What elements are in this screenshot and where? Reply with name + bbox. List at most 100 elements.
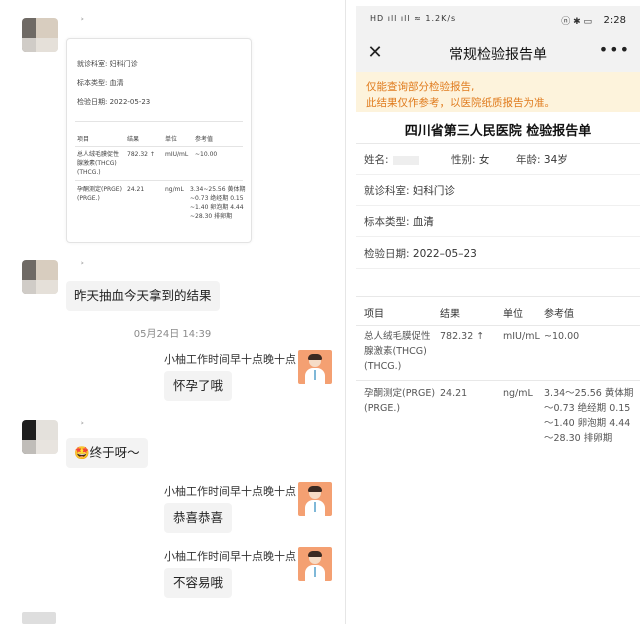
dept-field: 就诊科室: 妇科门诊 bbox=[364, 183, 455, 198]
table-header-item: 项目 bbox=[364, 309, 384, 320]
notice-banner: 仅能查询部分检验报告, 此结果仅作参考，以医院纸质报告为准。 bbox=[356, 72, 640, 112]
thumb-row2-ref: ~28.30 排卵期 bbox=[190, 213, 233, 220]
gender-value: 女 bbox=[478, 154, 490, 166]
thumb-row1-ref: ~10.00 bbox=[195, 151, 218, 158]
more-icon[interactable]: ••• bbox=[599, 40, 630, 59]
specimen-field: 标本类型: 血清 bbox=[364, 214, 434, 229]
table-top-border bbox=[356, 296, 640, 297]
page-title: 常规检验报告单 bbox=[449, 47, 547, 63]
date-label: 检验日期: bbox=[364, 248, 410, 260]
row1-unit: mIU/mL bbox=[503, 331, 540, 342]
phone-screen: HD ıll ıll ≈ 1.2K/s ⓝ ✱ ▭ 2:28 ✕ 常规检验报告单… bbox=[356, 6, 640, 624]
thumb-divider bbox=[75, 180, 243, 181]
row1-item: 腺激素(THCG) bbox=[364, 346, 427, 357]
chat-panel: ˃ 就诊科室: 妇科门诊 标本类型: 血清 检验日期: 2022-05-23 项… bbox=[0, 0, 345, 624]
divider bbox=[356, 268, 640, 269]
thumb-header-result: 结果 bbox=[127, 136, 140, 143]
thumb-row2-unit: ng/mL bbox=[165, 186, 184, 193]
divider bbox=[356, 205, 640, 206]
table-row-border bbox=[356, 380, 640, 381]
status-icons: ⓝ ✱ ▭ bbox=[561, 17, 592, 27]
thumb-divider bbox=[75, 146, 243, 147]
patient-avatar[interactable] bbox=[22, 420, 58, 454]
row2-item: (PRGE.) bbox=[364, 403, 401, 414]
message-bubble[interactable]: 昨天抽血今天拿到的结果 bbox=[66, 281, 220, 311]
thumb-row1-item: 总人绒毛膜促性 bbox=[77, 151, 120, 158]
title-bar: ✕ 常规检验报告单 ••• bbox=[356, 36, 640, 72]
thumb-row2-ref: 3.34~25.56 黄体期 bbox=[190, 186, 246, 193]
age-field: 年龄: 34岁 bbox=[516, 152, 568, 167]
thumb-header-item: 项目 bbox=[77, 136, 90, 143]
gender-field: 性别: 女 bbox=[451, 152, 489, 167]
specimen-label: 标本类型: bbox=[364, 216, 410, 228]
notice-text: 此结果仅作参考，以医院纸质报告为准。 bbox=[366, 97, 555, 109]
doctor-avatar[interactable] bbox=[298, 547, 332, 581]
row2-ref: ～28.30 排卵期 bbox=[544, 433, 613, 444]
thumb-row2-item: 孕酮测定(PRGE) bbox=[77, 186, 122, 193]
row2-ref: 3.34～25.56 黄体期 bbox=[544, 388, 634, 399]
sender-mark: ˃ bbox=[80, 262, 85, 272]
message-bubble[interactable]: 不容易哦 bbox=[164, 568, 233, 598]
thumb-row2-result: 24.21 bbox=[127, 186, 145, 193]
thumb-row1-result: 782.32 ↑ bbox=[127, 151, 155, 158]
thumb-row2-ref: ~1.40 卵泡期 4.44 bbox=[190, 204, 244, 211]
dept-label: 就诊科室: bbox=[364, 185, 410, 197]
date-value: 2022–05–23 bbox=[412, 248, 477, 260]
thumb-field-specimen: 标本类型: 血清 bbox=[77, 79, 124, 87]
sender-mark: ˃ bbox=[80, 422, 85, 432]
row1-result: 782.32 ↑ bbox=[440, 331, 485, 342]
message-bubble[interactable]: 怀孕了哦 bbox=[164, 371, 233, 401]
patient-avatar[interactable] bbox=[22, 260, 58, 294]
patient-avatar[interactable] bbox=[22, 612, 56, 624]
row2-unit: ng/mL bbox=[503, 388, 533, 399]
thumb-row1-item: 腺激素(THCG) bbox=[77, 160, 117, 167]
notice-text: 仅能查询部分检验报告, bbox=[366, 81, 475, 93]
doctor-avatar[interactable] bbox=[298, 350, 332, 384]
row2-ref: ～1.40 卵泡期 4.44 bbox=[544, 418, 631, 429]
row1-item: (THCG.) bbox=[364, 361, 402, 372]
panel-divider bbox=[345, 0, 346, 624]
thumb-header-unit: 单位 bbox=[165, 136, 178, 143]
report-heading: 四川省第三人民医院 检验报告单 bbox=[404, 124, 592, 139]
report-image-message[interactable]: 就诊科室: 妇科门诊 标本类型: 血清 检验日期: 2022-05-23 项目 … bbox=[66, 38, 252, 243]
thumb-row1-item: (THCG.) bbox=[77, 169, 101, 176]
thumb-row1-unit: mIU/mL bbox=[165, 151, 189, 158]
divider bbox=[356, 143, 640, 144]
sender-mark: ˃ bbox=[80, 18, 85, 28]
message-bubble[interactable]: 恭喜恭喜 bbox=[164, 503, 233, 533]
thumb-row2-item: (PRGE.) bbox=[77, 195, 100, 202]
divider bbox=[356, 236, 640, 237]
thumb-row2-ref: ~0.73 绝经期 0.15 bbox=[190, 195, 244, 202]
doctor-name: 小柚工作时间早十点晚十点 bbox=[164, 485, 296, 498]
table-header-result: 结果 bbox=[440, 309, 460, 320]
message-timestamp: 05月24日 14:39 bbox=[133, 329, 212, 340]
status-time: 2:28 bbox=[603, 15, 626, 26]
name-value-redacted bbox=[392, 155, 419, 165]
date-field: 检验日期: 2022–05–23 bbox=[364, 246, 477, 261]
table-header-unit: 单位 bbox=[503, 309, 523, 320]
age-value: 34岁 bbox=[543, 154, 568, 166]
row1-ref: ~10.00 bbox=[544, 331, 580, 342]
table-header-border bbox=[356, 325, 640, 326]
row2-item: 孕酮测定(PRGE) bbox=[364, 388, 436, 399]
message-bubble[interactable]: 🤩终于呀～ bbox=[66, 438, 148, 468]
divider bbox=[356, 174, 640, 175]
thumb-divider bbox=[75, 121, 243, 122]
signal-icons: HD ıll ıll ≈ 1.2K/s bbox=[370, 14, 457, 23]
row2-ref: ～0.73 绝经期 0.15 bbox=[544, 403, 631, 414]
name-field: 姓名: bbox=[364, 152, 419, 167]
table-header-ref: 参考值 bbox=[544, 309, 574, 320]
name-label: 姓名: bbox=[364, 154, 389, 166]
row2-result: 24.21 bbox=[440, 388, 468, 399]
specimen-value: 血清 bbox=[412, 216, 434, 228]
thumb-header-ref: 参考值 bbox=[195, 136, 214, 143]
doctor-name: 小柚工作时间早十点晚十点 bbox=[164, 550, 296, 563]
thumb-field-dept: 就诊科室: 妇科门诊 bbox=[77, 60, 138, 68]
patient-avatar[interactable] bbox=[22, 18, 58, 52]
doctor-name: 小柚工作时间早十点晚十点 bbox=[164, 353, 296, 366]
age-label: 年龄: bbox=[516, 154, 541, 166]
row1-item: 总人绒毛膜促性 bbox=[364, 331, 431, 342]
thumb-field-date: 检验日期: 2022-05-23 bbox=[77, 98, 151, 106]
doctor-avatar[interactable] bbox=[298, 482, 332, 516]
status-bar: HD ıll ıll ≈ 1.2K/s ⓝ ✱ ▭ 2:28 bbox=[356, 6, 640, 36]
